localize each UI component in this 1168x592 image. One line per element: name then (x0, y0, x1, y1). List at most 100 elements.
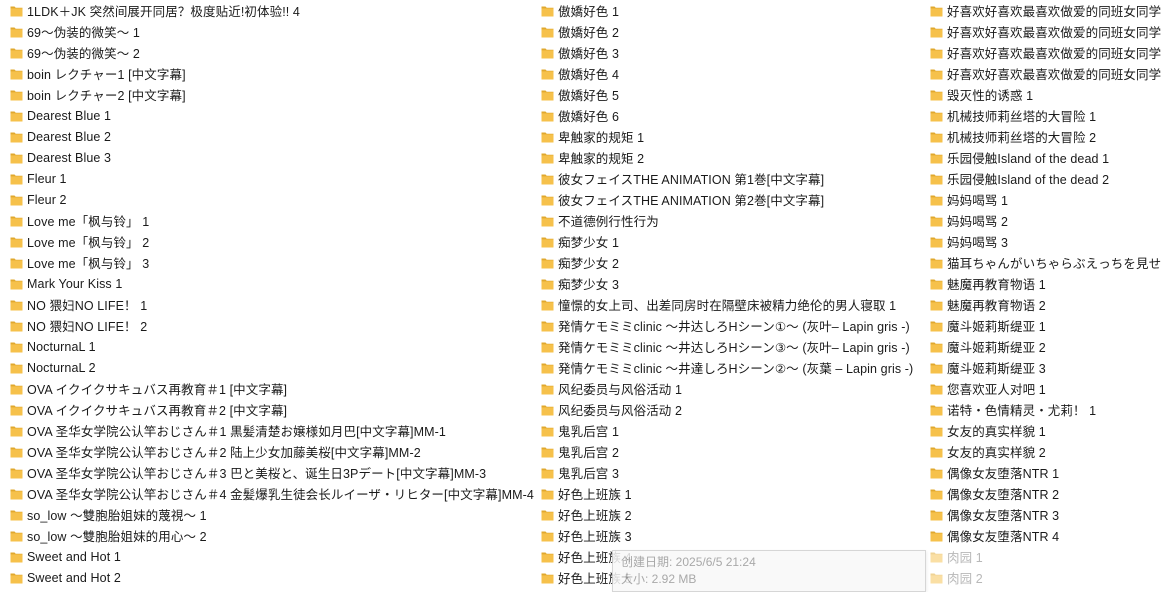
folder-name: OVA イクイクサキュバス再教育＃1 [中文字幕] (27, 383, 288, 397)
folder-item[interactable]: 好喜欢好喜欢最喜欢做爱的同班女同学 (930, 42, 1168, 63)
folder-item[interactable]: 傲嬌好色 6 (541, 105, 926, 126)
folder-item[interactable]: 傲嬌好色 3 (541, 42, 926, 63)
folder-item[interactable]: OVA 圣华女学院公认竿おじさん＃3 巴と美桜と、诞生日3Pデート[中文字幕]M… (10, 462, 540, 483)
folder-item[interactable]: 不道德例行性行为 (541, 210, 926, 231)
folder-item[interactable]: NocturnaL 1 (10, 336, 540, 357)
folder-item[interactable]: 您喜欢亚人对吧 1 (930, 378, 1168, 399)
folder-item[interactable]: 魔斗姬莉斯缇亚 2 (930, 336, 1168, 357)
folder-item[interactable]: 诺特・色情精灵・尤莉！ 1 (930, 399, 1168, 420)
folder-item[interactable]: 肉园 2 (930, 567, 1168, 588)
folder-item[interactable]: 傲嬌好色 4 (541, 63, 926, 84)
folder-icon (10, 89, 23, 101)
folder-item[interactable]: 好喜欢好喜欢最喜欢做爱的同班女同学 (930, 0, 1168, 21)
folder-item[interactable]: so_low ～雙胞胎姐妹的用心～ 2 (10, 525, 540, 546)
folder-item[interactable]: 偶像女友堕落NTR 3 (930, 504, 1168, 525)
folder-item[interactable]: 傲嬌好色 1 (541, 0, 926, 21)
folder-item[interactable]: 発情ケモミミclinic ～井达しろHシーン①～ (灰叶– Lapin gris… (541, 315, 926, 336)
folder-item[interactable]: Sweet and Hot 1 (10, 546, 540, 567)
folder-item[interactable]: NO 猥妇NO LIFE！ 1 (10, 294, 540, 315)
folder-item[interactable]: 风纪委员与风俗活动 2 (541, 399, 926, 420)
folder-item[interactable]: boin レクチャー1 [中文字幕] (10, 63, 540, 84)
folder-item[interactable]: 好色上班族 3 (541, 525, 926, 546)
folder-item[interactable]: OVA 圣华女学院公认竿おじさん＃2 陆上少女加藤美桜[中文字幕]MM-2 (10, 441, 540, 462)
folder-item[interactable]: 好喜欢好喜欢最喜欢做爱的同班女同学 (930, 63, 1168, 84)
folder-icon (930, 530, 943, 542)
folder-item[interactable]: 鬼乳后宫 1 (541, 420, 926, 441)
folder-item[interactable]: 偶像女友堕落NTR 2 (930, 483, 1168, 504)
folder-item[interactable]: 妈妈喝骂 3 (930, 231, 1168, 252)
folder-item[interactable]: boin レクチャー2 [中文字幕] (10, 84, 540, 105)
folder-item[interactable]: 妈妈喝骂 2 (930, 210, 1168, 231)
folder-item[interactable]: 魅魔再教育物语 2 (930, 294, 1168, 315)
folder-item[interactable]: 女友的真实样貌 1 (930, 420, 1168, 441)
folder-item[interactable]: 肉园 1 (930, 546, 1168, 567)
folder-item[interactable]: OVA イクイクサキュバス再教育＃2 [中文字幕] (10, 399, 540, 420)
folder-item[interactable]: Love me「枫与铃」 2 (10, 231, 540, 252)
folder-item[interactable]: 猫耳ちゃんがいちゃらぶえっちを見せ (930, 252, 1168, 273)
folder-item[interactable]: 偶像女友堕落NTR 1 (930, 462, 1168, 483)
folder-item[interactable]: 女友的真实样貌 2 (930, 441, 1168, 462)
folder-item[interactable]: Dearest Blue 2 (10, 126, 540, 147)
folder-item[interactable]: Mark Your Kiss 1 (10, 273, 540, 294)
folder-item[interactable]: 憧憬的女上司、出差同房时在隔壁床被精力绝伦的男人寝取 1 (541, 294, 926, 315)
folder-name: NocturnaL 1 (27, 339, 96, 354)
folder-name: 女友的真实样貌 1 (947, 425, 1046, 439)
folder-item[interactable]: 卑触家的规矩 2 (541, 147, 926, 168)
folder-item[interactable]: 傲嬌好色 2 (541, 21, 926, 42)
folder-item[interactable]: 彼女フェイスTHE ANIMATION 第1巻[中文字幕] (541, 168, 926, 189)
folder-icon (930, 26, 943, 38)
folder-item[interactable]: 1LDK＋JK 突然间展开同居？极度贴近!初体验!! 4 (10, 0, 540, 21)
folder-item[interactable]: 机械技师莉丝塔的大冒险 1 (930, 105, 1168, 126)
folder-item[interactable]: 好色上班族 2 (541, 504, 926, 525)
folder-item[interactable]: 好喜欢好喜欢最喜欢做爱的同班女同学 (930, 21, 1168, 42)
folder-name: boin レクチャー2 [中文字幕] (27, 89, 186, 103)
folder-item[interactable]: 69～伪装的微笑～ 1 (10, 21, 540, 42)
folder-item[interactable]: 风纪委员与风俗活动 1 (541, 378, 926, 399)
folder-item[interactable]: 痴梦少女 1 (541, 231, 926, 252)
folder-icon (541, 341, 554, 353)
folder-item[interactable]: 発情ケモミミclinic ～井達しろHシーン②～ (灰葉 – Lapin gri… (541, 357, 926, 378)
folder-name: 魔斗姬莉斯缇亚 1 (947, 320, 1046, 334)
folder-item[interactable]: 鬼乳后宫 3 (541, 462, 926, 483)
folder-item[interactable]: 魔斗姬莉斯缇亚 1 (930, 315, 1168, 336)
folder-item[interactable]: 妈妈喝骂 1 (930, 189, 1168, 210)
folder-item[interactable]: 彼女フェイスTHE ANIMATION 第2巻[中文字幕] (541, 189, 926, 210)
folder-item[interactable]: 乐园侵触Island of the dead 2 (930, 168, 1168, 189)
folder-item[interactable]: 好色上班族 1 (541, 483, 926, 504)
folder-item[interactable]: Dearest Blue 1 (10, 105, 540, 126)
folder-item[interactable]: 毁灭性的诱惑 1 (930, 84, 1168, 105)
folder-item[interactable]: 傲嬌好色 5 (541, 84, 926, 105)
folder-item[interactable]: Love me「枫与铃」 1 (10, 210, 540, 231)
folder-item[interactable]: 発情ケモミミclinic ～井达しろHシーン③～ (灰叶– Lapin gris… (541, 336, 926, 357)
folder-item[interactable]: 乐园侵触Island of the dead 1 (930, 147, 1168, 168)
folder-item[interactable]: OVA 圣华女学院公认竿おじさん＃1 黒髪清楚お嬢様如月巴[中文字幕]MM-1 (10, 420, 540, 441)
folder-item[interactable]: Fleur 2 (10, 189, 540, 210)
folder-item[interactable]: 偶像女友堕落NTR 4 (930, 525, 1168, 546)
folder-item[interactable]: Dearest Blue 3 (10, 147, 540, 168)
folder-name: Fleur 1 (27, 171, 67, 186)
folder-icon (10, 551, 23, 563)
folder-item[interactable]: 机械技师莉丝塔的大冒险 2 (930, 126, 1168, 147)
folder-item[interactable]: 痴梦少女 2 (541, 252, 926, 273)
folder-icon (930, 110, 943, 122)
file-info-tooltip: 创建日期: 2025/6/5 21:24 大小: 2.92 MB (612, 550, 926, 592)
folder-item[interactable]: Sweet and Hot 2 (10, 567, 540, 588)
folder-item[interactable]: 69～伪装的微笑～ 2 (10, 42, 540, 63)
folder-item[interactable]: 魅魔再教育物语 1 (930, 273, 1168, 294)
folder-name: 风纪委员与风俗活动 2 (558, 404, 683, 418)
folder-item[interactable]: 卑触家的规矩 1 (541, 126, 926, 147)
folder-name: 肉园 1 (947, 551, 983, 565)
folder-name: NO 猥妇NO LIFE！ 1 (27, 299, 148, 313)
folder-item[interactable]: 鬼乳后宫 2 (541, 441, 926, 462)
folder-item[interactable]: Love me「枫与铃」 3 (10, 252, 540, 273)
folder-item[interactable]: NO 猥妇NO LIFE！ 2 (10, 315, 540, 336)
folder-icon (541, 47, 554, 59)
folder-item[interactable]: Fleur 1 (10, 168, 540, 189)
folder-item[interactable]: OVA イクイクサキュバス再教育＃1 [中文字幕] (10, 378, 540, 399)
folder-item[interactable]: 魔斗姬莉斯缇亚 3 (930, 357, 1168, 378)
folder-item[interactable]: so_low ～雙胞胎姐妹的蔑視～ 1 (10, 504, 540, 525)
folder-item[interactable]: OVA 圣华女学院公认竿おじさん＃4 金髪爆乳生徒会长ルイーザ・リヒター[中文字… (10, 483, 540, 504)
folder-item[interactable]: NocturnaL 2 (10, 357, 540, 378)
folder-icon (10, 404, 23, 416)
folder-item[interactable]: 痴梦少女 3 (541, 273, 926, 294)
